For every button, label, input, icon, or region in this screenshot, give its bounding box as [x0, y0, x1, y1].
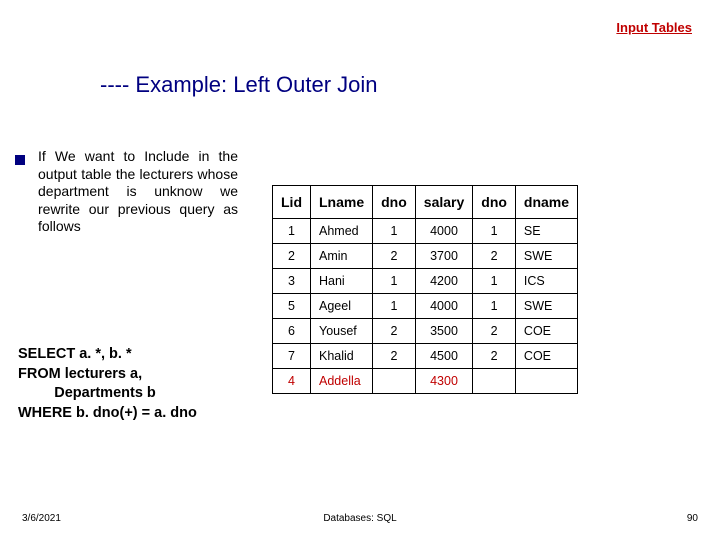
cell-dno2: 2	[473, 344, 516, 369]
cell-lname: Yousef	[311, 319, 373, 344]
cell-lname: Amin	[311, 244, 373, 269]
sql-line: FROM lecturers a,	[18, 365, 197, 385]
cell-dno2: 2	[473, 319, 516, 344]
input-tables-link[interactable]: Input Tables	[616, 20, 692, 35]
cell-dno2	[473, 369, 516, 394]
sql-line: Departments b	[18, 384, 197, 404]
cell-dno1	[373, 369, 416, 394]
cell-salary: 4000	[415, 294, 472, 319]
cell-dname: ICS	[515, 269, 577, 294]
cell-lname: Khalid	[311, 344, 373, 369]
cell-dname: SE	[515, 219, 577, 244]
sql-query: SELECT a. *, b. * FROM lecturers a, Depa…	[18, 345, 197, 423]
body-paragraph: If We want to Include in the output tabl…	[38, 148, 238, 236]
sql-line: SELECT a. *, b. *	[18, 345, 197, 365]
cell-dname: COE	[515, 319, 577, 344]
table-row: 5Ageel140001SWE	[273, 294, 578, 319]
cell-lname: Ahmed	[311, 219, 373, 244]
cell-dno2: 1	[473, 219, 516, 244]
cell-dname: SWE	[515, 244, 577, 269]
cell-salary: 4200	[415, 269, 472, 294]
cell-lid: 3	[273, 269, 311, 294]
cell-dno1: 2	[373, 319, 416, 344]
cell-lid: 6	[273, 319, 311, 344]
footer-subject: Databases: SQL	[0, 513, 720, 524]
table-row: 3Hani142001ICS	[273, 269, 578, 294]
cell-salary: 4500	[415, 344, 472, 369]
cell-dno1: 2	[373, 344, 416, 369]
table-row: 6Yousef235002COE	[273, 319, 578, 344]
cell-dno2: 2	[473, 244, 516, 269]
col-lid: Lid	[273, 186, 311, 219]
cell-lid: 1	[273, 219, 311, 244]
cell-dno1: 1	[373, 269, 416, 294]
cell-lname: Hani	[311, 269, 373, 294]
cell-dno1: 1	[373, 294, 416, 319]
cell-dname	[515, 369, 577, 394]
cell-lid: 4	[273, 369, 311, 394]
col-lname: Lname	[311, 186, 373, 219]
cell-lid: 5	[273, 294, 311, 319]
col-dno2: dno	[473, 186, 516, 219]
table-row: 7Khalid245002COE	[273, 344, 578, 369]
col-dname: dname	[515, 186, 577, 219]
cell-dno1: 2	[373, 244, 416, 269]
bullet-icon	[15, 155, 25, 165]
sql-line: WHERE b. dno(+) = a. dno	[18, 404, 197, 424]
cell-salary: 4000	[415, 219, 472, 244]
col-dno: dno	[373, 186, 416, 219]
table-row: 1Ahmed140001SE	[273, 219, 578, 244]
cell-dname: COE	[515, 344, 577, 369]
cell-salary: 3700	[415, 244, 472, 269]
slide-title: ---- Example: Left Outer Join	[100, 72, 378, 98]
cell-salary: 4300	[415, 369, 472, 394]
footer-pageno: 90	[687, 513, 698, 524]
cell-lid: 2	[273, 244, 311, 269]
table-row: 4Addella 4300	[273, 369, 578, 394]
table-header-row: Lid Lname dno salary dno dname	[273, 186, 578, 219]
cell-dno1: 1	[373, 219, 416, 244]
col-salary: salary	[415, 186, 472, 219]
cell-lid: 7	[273, 344, 311, 369]
cell-dname: SWE	[515, 294, 577, 319]
cell-lname: Ageel	[311, 294, 373, 319]
cell-dno2: 1	[473, 269, 516, 294]
cell-salary: 3500	[415, 319, 472, 344]
cell-lname: Addella	[311, 369, 373, 394]
cell-dno2: 1	[473, 294, 516, 319]
table-row: 2Amin237002SWE	[273, 244, 578, 269]
result-table: Lid Lname dno salary dno dname 1Ahmed140…	[272, 185, 578, 394]
